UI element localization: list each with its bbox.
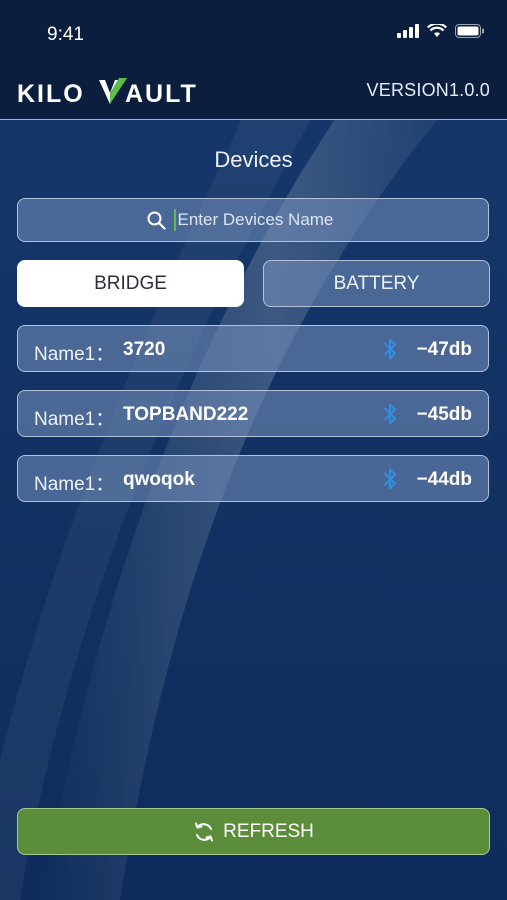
wifi-icon bbox=[427, 24, 447, 37]
device-label: Name1： bbox=[34, 409, 115, 430]
device-row[interactable]: Name1： 3720 −47db bbox=[17, 325, 489, 372]
search-bar[interactable] bbox=[17, 198, 489, 242]
device-rssi: −44db bbox=[416, 469, 472, 490]
svg-text:AULT: AULT bbox=[125, 80, 198, 108]
device-row[interactable]: Name1： TOPBAND222 −45db bbox=[17, 390, 489, 437]
app-header: KILO AULT VERSION1.0.0 bbox=[0, 66, 507, 120]
device-name: TOPBAND222 bbox=[123, 404, 249, 425]
device-label: Name1： bbox=[34, 344, 115, 365]
bluetooth-icon bbox=[384, 338, 396, 360]
device-row[interactable]: Name1： qwoqok −44db bbox=[17, 455, 489, 502]
cellular-signal-icon bbox=[397, 24, 419, 38]
svg-text:KILO: KILO bbox=[17, 80, 85, 108]
bluetooth-icon bbox=[384, 403, 396, 425]
status-bar: 9:41 bbox=[0, 0, 507, 66]
tab-battery[interactable]: BATTERY bbox=[263, 260, 490, 307]
refresh-label: REFRESH bbox=[223, 820, 314, 842]
refresh-icon bbox=[195, 822, 214, 841]
app-version: VERSION1.0.0 bbox=[366, 80, 490, 100]
device-name: qwoqok bbox=[123, 469, 195, 490]
search-icon bbox=[147, 211, 166, 230]
device-label: Name1： bbox=[34, 474, 115, 495]
device-rssi: −47db bbox=[416, 339, 472, 360]
device-name: 3720 bbox=[123, 339, 166, 360]
bluetooth-icon bbox=[384, 468, 396, 490]
refresh-button[interactable]: REFRESH bbox=[17, 808, 490, 855]
battery-status-icon bbox=[455, 24, 484, 38]
device-rssi: −45db bbox=[416, 404, 472, 425]
search-input[interactable] bbox=[173, 209, 360, 231]
status-time: 9:41 bbox=[47, 24, 84, 45]
status-icons bbox=[397, 24, 485, 38]
tab-bridge[interactable]: BRIDGE bbox=[17, 260, 244, 307]
background bbox=[0, 0, 507, 900]
kilovault-logo: KILO AULT bbox=[17, 78, 198, 108]
page-title: Devices bbox=[214, 147, 293, 172]
